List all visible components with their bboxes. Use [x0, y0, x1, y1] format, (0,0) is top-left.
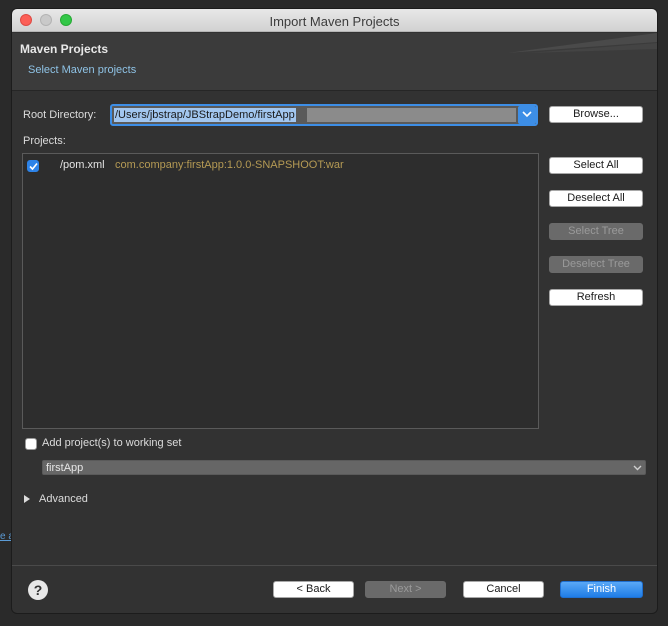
back-button[interactable]: < Back [273, 581, 354, 598]
title-bar: Import Maven Projects [12, 9, 657, 32]
working-set-label[interactable]: Add project(s) to working set [42, 437, 181, 449]
finish-button[interactable]: Finish [560, 581, 643, 598]
chevron-down-icon[interactable] [518, 106, 536, 124]
working-set-combo[interactable]: firstApp [42, 460, 646, 475]
projects-tree[interactable]: /pom.xml com.company:firstApp:1.0.0-SNAP… [22, 153, 539, 429]
disclosure-triangle-icon [24, 495, 30, 503]
import-maven-projects-dialog: Import Maven Projects Maven Projects Sel… [11, 8, 658, 614]
select-tree-button[interactable]: Select Tree [549, 223, 643, 240]
browse-button[interactable]: Browse... [549, 106, 643, 123]
working-set-value: firstApp [46, 462, 84, 474]
banner-graphic [507, 33, 657, 53]
project-coordinates: com.company:firstApp:1.0.0-SNAPSHOOT:war [115, 159, 344, 171]
root-directory-selection [307, 108, 516, 122]
help-icon[interactable]: ? [28, 580, 48, 600]
deselect-tree-button[interactable]: Deselect Tree [549, 256, 643, 273]
footer-separator [12, 565, 657, 566]
select-all-button[interactable]: Select All [549, 157, 643, 174]
working-set-checkbox[interactable] [25, 438, 37, 450]
deselect-all-button[interactable]: Deselect All [549, 190, 643, 207]
wizard-header: Maven Projects Select Maven projects [12, 33, 657, 91]
window-title: Import Maven Projects [269, 14, 400, 29]
page-subtitle: Select Maven projects [28, 64, 137, 76]
root-directory-combo[interactable]: /Users/jbstrap/JBStrapDemo/firstApp [110, 104, 538, 126]
page-title: Maven Projects [20, 42, 109, 56]
next-button[interactable]: Next > [365, 581, 446, 598]
chevron-down-icon[interactable] [631, 461, 644, 474]
project-row[interactable]: /pom.xml com.company:firstApp:1.0.0-SNAP… [27, 159, 534, 173]
projects-label: Projects: [23, 135, 66, 147]
root-directory-value[interactable]: /Users/jbstrap/JBStrapDemo/firstApp [114, 108, 296, 122]
project-checkbox[interactable] [27, 160, 39, 172]
project-path: /pom.xml [60, 159, 105, 171]
root-directory-label: Root Directory: [23, 109, 97, 121]
advanced-label: Advanced [39, 493, 88, 505]
cancel-button[interactable]: Cancel [463, 581, 544, 598]
refresh-button[interactable]: Refresh [549, 289, 643, 306]
